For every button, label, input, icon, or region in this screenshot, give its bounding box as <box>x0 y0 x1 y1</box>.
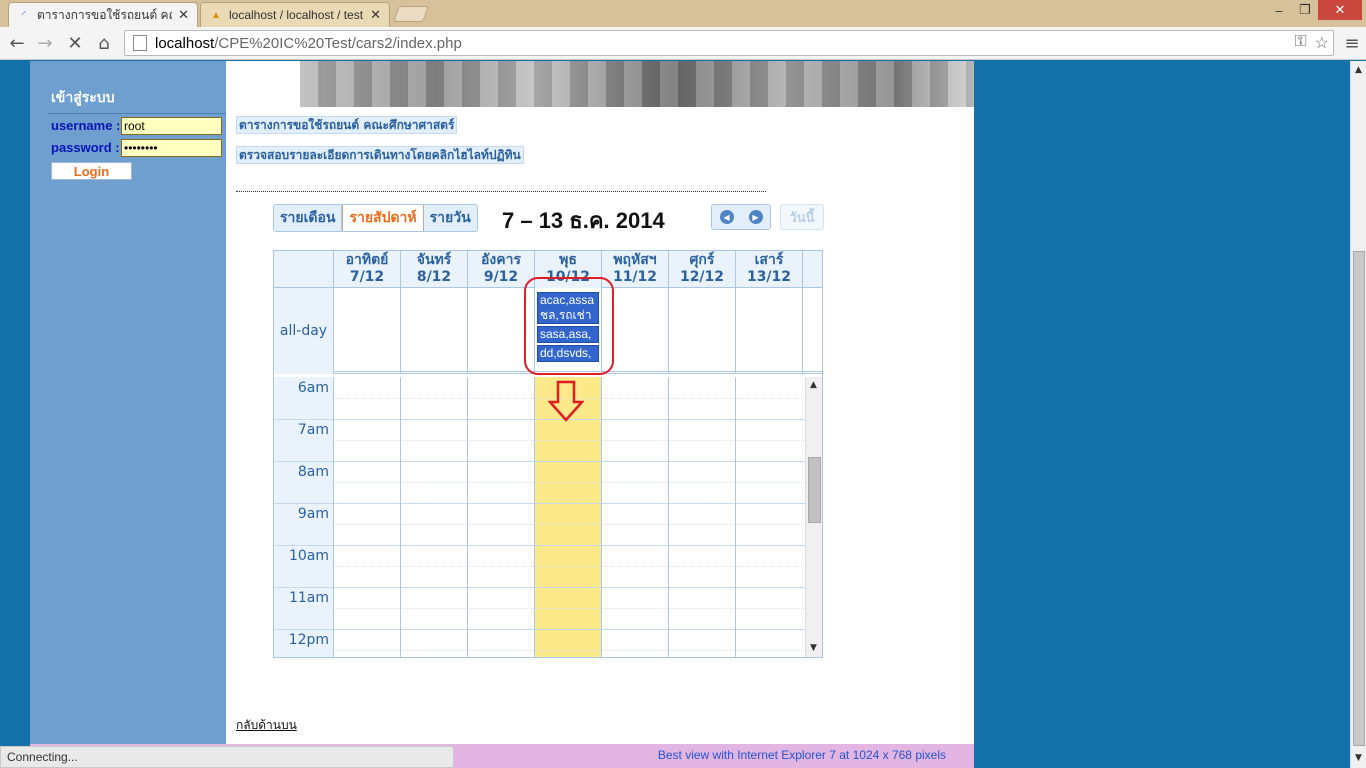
scrollbar-thumb[interactable] <box>808 457 821 523</box>
hour-line <box>274 629 806 630</box>
hour-line <box>274 545 806 546</box>
hour-line <box>274 503 806 504</box>
chevron-left-icon: ◀ <box>719 210 734 224</box>
browser-toolbar: ← → ✕ ⌂ localhost/CPE%20IC%20Test/cars2/… <box>0 27 1366 60</box>
time-label: 6am <box>297 380 329 396</box>
scroll-down-icon[interactable]: ▼ <box>810 643 817 653</box>
password-label: password : <box>51 140 120 155</box>
tab-calendar[interactable]: ◜ ตารางการขอใช้รถยนต์ คณะศึก ✕ <box>8 2 198 27</box>
home-icon[interactable]: ⌂ <box>93 32 115 54</box>
back-icon[interactable]: ← <box>6 32 28 54</box>
next-week-button[interactable]: ▶ <box>741 205 770 229</box>
back-to-top-link[interactable]: กลับด้านบน <box>236 716 297 735</box>
key-icon[interactable]: ⚿ <box>1294 33 1306 53</box>
day-header-mon: จันทร์ 8/12 <box>400 251 467 288</box>
day-header-sat: เสาร์ 13/12 <box>735 251 802 288</box>
day-header-spacer <box>802 251 822 288</box>
tab-phpmyadmin[interactable]: ▲ localhost / localhost / test ✕ <box>200 2 390 27</box>
username-input[interactable]: root <box>121 117 222 135</box>
tab-title: localhost / localhost / test <box>229 8 364 22</box>
login-title: เข้าสู่ระบบ <box>51 89 115 105</box>
menu-icon[interactable]: ≡ <box>1342 32 1362 54</box>
sidebar: เข้าสู่ระบบ username : root password : •… <box>30 61 226 768</box>
calendar-scrollbar[interactable]: ▲ ▼ <box>805 377 822 657</box>
time-label: 12pm <box>288 632 329 648</box>
day-column-line <box>668 377 669 657</box>
main-content: ตารางการขอใช้รถยนต์ คณะศึกษาศาสตร์ ตรวจส… <box>226 61 974 744</box>
chevron-right-icon: ▶ <box>748 210 763 224</box>
day-column-line <box>400 377 401 657</box>
minimize-button[interactable]: – <box>1266 0 1292 20</box>
loading-icon: ◜ <box>22 9 26 21</box>
annotation-circle <box>524 277 614 375</box>
phpmyadmin-icon: ▲ <box>211 9 221 21</box>
tab-strip: ◜ ตารางการขอใช้รถยนต์ คณะศึก ✕ ▲ localho… <box>0 0 1366 27</box>
scroll-up-icon[interactable]: ▲ <box>1355 65 1362 75</box>
dotted-divider <box>236 191 766 192</box>
view-switcher: รายเดือน รายสัปดาห์ รายวัน <box>273 204 478 232</box>
page-scrollbar[interactable]: ▲ ▼ <box>1350 61 1366 768</box>
time-label: 9am <box>297 506 329 522</box>
password-input[interactable]: •••••••• <box>121 139 222 157</box>
username-label: username : <box>51 118 121 133</box>
page-icon <box>133 35 147 51</box>
status-bar: Connecting... <box>0 746 454 768</box>
day-column-line <box>534 377 535 657</box>
hour-line <box>274 587 806 588</box>
day-view-button[interactable]: รายวัน <box>423 205 477 231</box>
new-tab-button[interactable] <box>393 6 429 22</box>
hour-line <box>274 419 806 420</box>
url-host: localhost <box>155 34 215 52</box>
day-header-sun: อาทิตย์ 7/12 <box>333 251 400 288</box>
annotation-down-arrow-icon <box>548 380 584 422</box>
address-bar[interactable]: localhost/CPE%20IC%20Test/cars2/index.ph… <box>124 30 1334 56</box>
month-view-button[interactable]: รายเดือน <box>274 205 343 231</box>
time-label: 8am <box>297 464 329 480</box>
week-view-button[interactable]: รายสัปดาห์ <box>342 205 424 231</box>
time-label: 7am <box>297 422 329 438</box>
day-column-line <box>333 377 334 657</box>
allday-cell[interactable] <box>735 288 802 374</box>
close-tab-icon[interactable]: ✕ <box>370 7 381 23</box>
scroll-down-icon[interactable]: ▼ <box>1355 753 1362 763</box>
footer-text: Best view with Internet Explorer 7 at 10… <box>657 748 946 762</box>
page-scrollbar-thumb[interactable] <box>1353 251 1365 746</box>
forward-icon[interactable]: → <box>34 32 56 54</box>
login-button[interactable]: Login <box>51 162 132 180</box>
day-header-tue: อังคาร 9/12 <box>467 251 534 288</box>
calendar-nav: ◀ ▶ <box>711 204 771 230</box>
calendar-title: 7 – 13 ธ.ค. 2014 <box>502 208 665 233</box>
hour-line <box>274 461 806 462</box>
allday-cell[interactable] <box>400 288 467 374</box>
time-label: 11am <box>288 590 329 606</box>
day-column-line <box>467 377 468 657</box>
bookmark-star-icon[interactable]: ☆ <box>1315 33 1329 53</box>
allday-label: all-day <box>274 288 333 374</box>
allday-cell[interactable] <box>668 288 735 374</box>
tab-title: ตารางการขอใช้รถยนต์ คณะศึก <box>37 7 172 22</box>
close-window-button[interactable]: ✕ <box>1318 0 1362 20</box>
page-viewport: เข้าสู่ระบบ username : root password : •… <box>0 61 1350 768</box>
schedule-link[interactable]: ตารางการขอใช้รถยนต์ คณะศึกษาศาสตร์ <box>236 116 458 134</box>
details-link[interactable]: ตรวจสอบรายละเอียดการเดินทางโดยคลิกไฮไลท์… <box>236 146 524 164</box>
restore-button[interactable]: ❐ <box>1292 0 1318 20</box>
allday-spacer <box>802 288 822 374</box>
day-header-fri: ศุกร์ 12/12 <box>668 251 735 288</box>
url-path: /CPE%20IC%20Test/cars2/index.php <box>214 34 462 52</box>
today-button[interactable]: วันนี้ <box>780 204 824 230</box>
header-banner-image <box>300 61 974 107</box>
login-divider <box>48 113 226 114</box>
day-column-line <box>601 377 602 657</box>
stop-icon[interactable]: ✕ <box>64 32 86 54</box>
day-column-line <box>735 377 736 657</box>
time-label: 10am <box>288 548 329 564</box>
scroll-up-icon[interactable]: ▲ <box>810 380 817 390</box>
prev-week-button[interactable]: ◀ <box>712 205 741 229</box>
close-tab-icon[interactable]: ✕ <box>178 7 189 23</box>
allday-cell[interactable] <box>333 288 400 374</box>
